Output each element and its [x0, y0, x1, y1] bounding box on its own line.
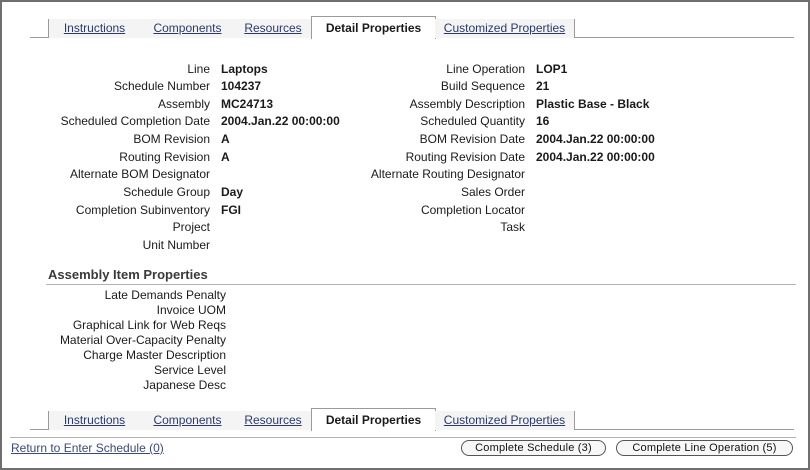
label-alternate-routing-designator: Alternate Routing Designator: [370, 167, 525, 181]
tab-customized-properties[interactable]: Customized Properties: [435, 19, 575, 38]
tab-instructions[interactable]: Instructions: [48, 19, 141, 38]
label-sales-order: Sales Order: [460, 185, 525, 199]
label-schedule-group: Schedule Group: [123, 185, 210, 199]
value-line: Laptops: [221, 62, 268, 76]
label-scheduled-completion-date: Scheduled Completion Date: [60, 114, 210, 128]
tab-components-bottom[interactable]: Components: [140, 411, 236, 430]
value-bom-revision: A: [221, 132, 230, 146]
tab-resources[interactable]: Resources: [235, 19, 312, 38]
complete-schedule-button[interactable]: Complete Schedule (3): [461, 440, 606, 456]
label-material-over-capacity-penalty: Material Over-Capacity Penalty: [59, 333, 226, 347]
label-completion-subinventory: Completion Subinventory: [75, 203, 210, 217]
tab-detail-properties[interactable]: Detail Properties: [311, 16, 436, 39]
label-alternate-bom-designator: Alternate BOM Designator: [69, 167, 210, 181]
value-assembly: MC24713: [221, 97, 274, 111]
label-task: Task: [500, 220, 525, 234]
label-line-operation: Line Operation: [446, 62, 525, 76]
value-schedule-number: 104237: [221, 79, 262, 93]
label-invoice-uom: Invoice UOM: [156, 303, 226, 317]
tab-detail-properties-bottom[interactable]: Detail Properties: [311, 408, 436, 431]
label-service-level: Service Level: [153, 363, 226, 377]
tab-bar-bottom: Instructions Components Resources Detail…: [30, 408, 794, 431]
tab-bar-top: Instructions Components Resources Detail…: [30, 16, 794, 39]
label-assembly: Assembly: [157, 97, 210, 111]
tab-resources-bottom[interactable]: Resources: [235, 411, 312, 430]
value-build-sequence: 21: [536, 79, 550, 93]
label-completion-locator: Completion Locator: [420, 203, 525, 217]
value-assembly-description: Plastic Base - Black: [536, 97, 650, 111]
label-unit-number: Unit Number: [142, 238, 210, 252]
label-line: Line: [187, 62, 210, 76]
label-charge-master-description: Charge Master Description: [83, 348, 226, 362]
value-schedule-group: Day: [221, 185, 244, 199]
label-project: Project: [172, 220, 210, 234]
label-assembly-description: Assembly Description: [409, 97, 525, 111]
label-japanese-desc: Japanese Desc: [143, 378, 226, 392]
value-scheduled-quantity: 16: [536, 114, 550, 128]
tab-customized-properties-bottom[interactable]: Customized Properties: [435, 411, 575, 430]
label-graphical-link-for-web-reqs: Graphical Link for Web Reqs: [72, 318, 226, 332]
label-late-demands-penalty: Late Demands Penalty: [104, 288, 226, 302]
section-title-assembly-item-properties: Assembly Item Properties: [48, 267, 208, 282]
tab-components[interactable]: Components: [140, 19, 236, 38]
value-routing-revision-date: 2004.Jan.22 00:00:00: [536, 150, 655, 164]
label-build-sequence: Build Sequence: [440, 79, 525, 93]
tab-instructions-bottom[interactable]: Instructions: [48, 411, 141, 430]
value-routing-revision: A: [221, 150, 230, 164]
value-bom-revision-date: 2004.Jan.22 00:00:00: [536, 132, 655, 146]
label-schedule-number: Schedule Number: [113, 79, 210, 93]
label-routing-revision-date: Routing Revision Date: [405, 150, 525, 164]
complete-line-operation-button[interactable]: Complete Line Operation (5): [616, 440, 793, 456]
section-divider: [46, 284, 796, 285]
value-completion-subinventory: FGI: [221, 203, 241, 217]
label-scheduled-quantity: Scheduled Quantity: [420, 114, 525, 128]
return-to-enter-schedule-link[interactable]: Return to Enter Schedule (0): [11, 441, 164, 455]
label-bom-revision-date: BOM Revision Date: [419, 132, 525, 146]
footer-divider: [10, 437, 796, 438]
label-bom-revision: BOM Revision: [133, 132, 210, 146]
value-line-operation: LOP1: [536, 62, 568, 76]
label-routing-revision: Routing Revision: [119, 150, 210, 164]
